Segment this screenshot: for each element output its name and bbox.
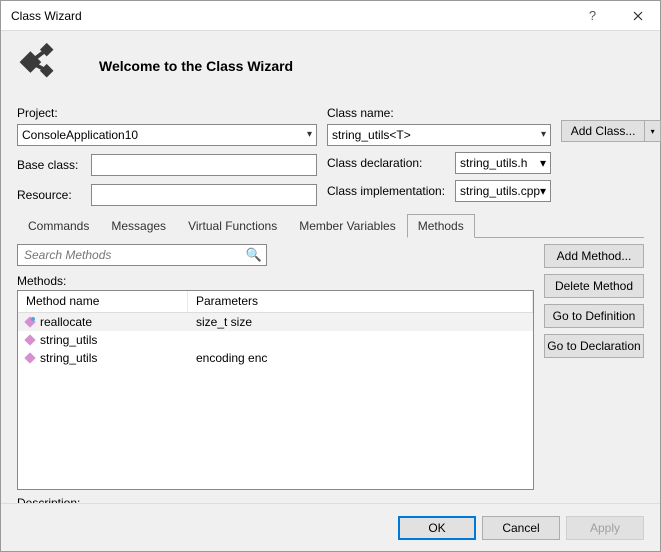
close-icon — [633, 11, 643, 21]
search-icon: 🔍 — [246, 247, 262, 263]
form-area: Project: ConsoleApplication10 ▾ Base cla… — [17, 104, 644, 206]
add-method-button[interactable]: Add Method... — [544, 244, 644, 268]
go-to-declaration-button[interactable]: Go to Declaration — [544, 334, 644, 358]
delete-method-button[interactable]: Delete Method — [544, 274, 644, 298]
wizard-icon — [17, 41, 63, 90]
cancel-button[interactable]: Cancel — [482, 516, 560, 540]
base-class-field[interactable] — [91, 154, 317, 176]
class-name-value: string_utils<T> — [332, 125, 411, 145]
ok-button[interactable]: OK — [398, 516, 476, 540]
search-methods-box[interactable]: 🔍 — [17, 244, 267, 266]
chevron-down-icon: ▾ — [307, 125, 312, 145]
project-value: ConsoleApplication10 — [22, 125, 138, 145]
resource-field[interactable] — [91, 184, 317, 206]
base-class-label: Base class: — [17, 158, 78, 172]
method-icon — [24, 316, 36, 328]
window-title: Class Wizard — [11, 9, 570, 23]
search-input[interactable] — [22, 247, 246, 263]
tab-messages[interactable]: Messages — [100, 214, 177, 238]
implementation-label: Class implementation: — [327, 184, 447, 198]
welcome-heading: Welcome to the Class Wizard — [79, 58, 293, 74]
declaration-label: Class declaration: — [327, 156, 447, 170]
class-name-combo[interactable]: string_utils<T> ▾ — [327, 124, 551, 146]
method-icon — [24, 352, 36, 364]
declaration-combo[interactable]: string_utils.h ▾ — [455, 152, 551, 174]
project-label: Project: — [17, 106, 317, 120]
chevron-down-icon: ▾ — [540, 184, 546, 198]
implementation-combo[interactable]: string_utils.cpp ▾ — [455, 180, 551, 202]
resource-label: Resource: — [17, 188, 72, 202]
methods-label: Methods: — [17, 274, 534, 288]
project-combo[interactable]: ConsoleApplication10 ▾ — [17, 124, 317, 146]
add-class-button[interactable]: Add Class... — [561, 120, 645, 142]
chevron-down-icon: ▾ — [651, 127, 655, 136]
tab-methods[interactable]: Methods — [407, 214, 475, 238]
tab-member-variables[interactable]: Member Variables — [288, 214, 406, 238]
class-name-label: Class name: — [327, 106, 551, 120]
go-to-definition-button[interactable]: Go to Definition — [544, 304, 644, 328]
close-button[interactable] — [615, 1, 660, 31]
method-icon — [24, 334, 36, 346]
col-parameters[interactable]: Parameters — [188, 291, 533, 312]
dialog-footer: OK Cancel Apply — [1, 503, 660, 551]
list-item[interactable]: reallocate size_t size — [18, 313, 533, 331]
methods-listview[interactable]: Method name Parameters reallocate size_t… — [17, 290, 534, 490]
list-item[interactable]: string_utils encoding enc — [18, 349, 533, 367]
chevron-down-icon: ▾ — [541, 125, 546, 145]
apply-button: Apply — [566, 516, 644, 540]
tab-commands[interactable]: Commands — [17, 214, 100, 238]
chevron-down-icon: ▾ — [540, 156, 546, 170]
tab-virtual-functions[interactable]: Virtual Functions — [177, 214, 288, 238]
list-item[interactable]: string_utils — [18, 331, 533, 349]
title-bar: Class Wizard ? — [1, 1, 660, 31]
help-button[interactable]: ? — [570, 1, 615, 31]
listview-header: Method name Parameters — [18, 291, 533, 313]
col-method-name[interactable]: Method name — [18, 291, 188, 312]
add-class-dropdown[interactable]: ▾ — [645, 120, 661, 142]
tab-strip: Commands Messages Virtual Functions Memb… — [17, 214, 644, 238]
dialog-content: Welcome to the Class Wizard Project: Con… — [1, 31, 660, 503]
header-row: Welcome to the Class Wizard — [17, 35, 644, 104]
